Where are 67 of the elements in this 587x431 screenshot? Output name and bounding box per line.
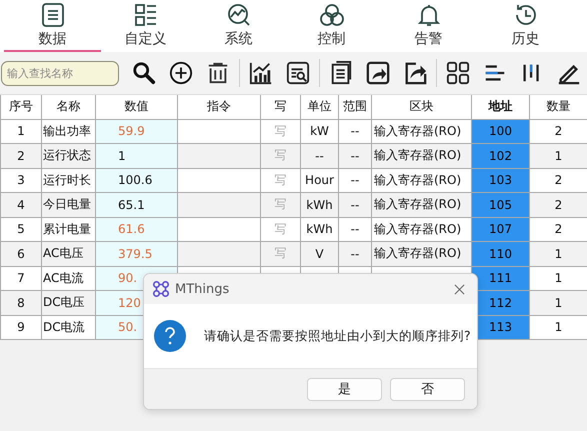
- table-cell: 1: [530, 242, 587, 266]
- table-cell: 107: [472, 217, 530, 242]
- share-icon[interactable]: [403, 61, 427, 85]
- table-cell: kWh: [300, 192, 338, 217]
- search-icon[interactable]: [132, 61, 156, 85]
- bell-icon: [416, 2, 442, 28]
- column-header[interactable]: 数值: [96, 95, 178, 119]
- table-cell: 9: [0, 315, 42, 340]
- column-header[interactable]: 地址: [472, 95, 530, 119]
- table-cell: 1: [530, 290, 587, 315]
- bar-chart-icon[interactable]: [249, 61, 273, 85]
- table-cell: 100.6: [96, 168, 178, 192]
- grid-icon[interactable]: [446, 61, 470, 85]
- table-cell: 1: [530, 144, 587, 168]
- table-cell: 4: [0, 192, 42, 217]
- table-cell: 1: [96, 144, 178, 168]
- column-header[interactable]: 数量: [530, 95, 587, 119]
- table-cell: 61.6: [96, 217, 178, 242]
- column-header[interactable]: 范围: [338, 95, 372, 119]
- table-cell: 103: [472, 168, 530, 192]
- table-cell: 2: [530, 192, 587, 217]
- table-cell: 运行状态: [42, 144, 96, 168]
- table-cell: --: [338, 192, 372, 217]
- column-header[interactable]: 序号: [0, 95, 42, 119]
- table-cell: 100: [472, 119, 530, 144]
- nav-tab[interactable]: 历史: [477, 0, 574, 52]
- document-icon[interactable]: [329, 61, 353, 85]
- table-cell: 8: [0, 290, 42, 315]
- dialog-title: MThings: [175, 282, 230, 296]
- add-icon[interactable]: [169, 61, 193, 85]
- dialog-message: 请确认是否需要按照地址由小到大的顺序排列?: [204, 328, 471, 344]
- close-icon[interactable]: [454, 284, 465, 294]
- dialog-button[interactable]: 否: [390, 378, 465, 400]
- knot-icon: [318, 2, 344, 28]
- table-cell: 2: [0, 144, 42, 168]
- logo-icon: [152, 280, 170, 298]
- table-cell: 输入寄存器(RO): [372, 144, 472, 168]
- table-cell: 379.5: [96, 242, 178, 266]
- column-header[interactable]: 名称: [42, 95, 96, 119]
- question-icon: [154, 320, 186, 352]
- table-cell: V: [300, 242, 338, 266]
- table-cell: 110: [472, 242, 530, 266]
- nav-tab[interactable]: 告警: [380, 0, 477, 52]
- column-header[interactable]: 写: [260, 95, 300, 119]
- table-cell: 59.9: [96, 119, 178, 144]
- search-field[interactable]: 输入查找名称: [1, 60, 119, 86]
- document-search-icon[interactable]: [286, 61, 310, 85]
- table-cell: --: [338, 144, 372, 168]
- table-cell: AC电压: [42, 242, 96, 266]
- dialog-button[interactable]: 是: [307, 378, 382, 400]
- table-cell: 102: [472, 144, 530, 168]
- list-icon: [40, 2, 66, 28]
- column-header[interactable]: 区块: [372, 95, 472, 119]
- table-cell: --: [338, 242, 372, 266]
- table-cell: 65.1: [96, 192, 178, 217]
- grid-list-icon: [132, 2, 158, 28]
- table-cell: --: [300, 144, 338, 168]
- table-cell: DC电压: [42, 290, 96, 315]
- table-cell: 输入寄存器(RO): [372, 242, 472, 266]
- trash-icon[interactable]: [206, 61, 230, 85]
- column-header[interactable]: 单位: [300, 95, 338, 119]
- column-header[interactable]: 指令: [178, 95, 260, 119]
- table-cell: 105: [472, 192, 530, 217]
- table-cell: 输入寄存器(RO): [372, 192, 472, 217]
- table-cell: 今日电量: [42, 192, 96, 217]
- chart-search-icon: [226, 2, 252, 28]
- table-cell: 6: [0, 242, 42, 266]
